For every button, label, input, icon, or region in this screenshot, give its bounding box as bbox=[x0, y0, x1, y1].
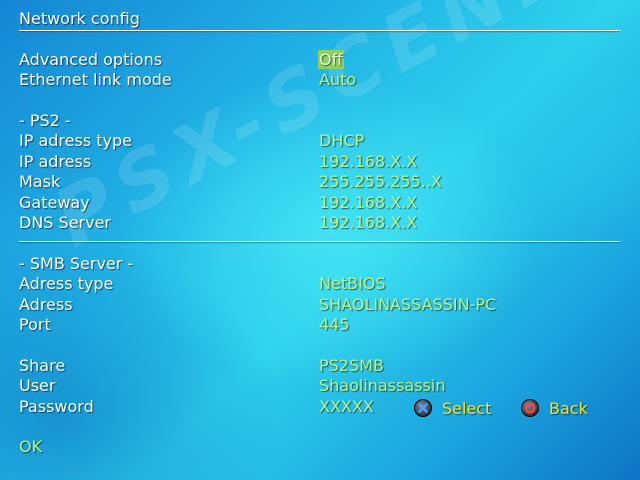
adress-type-label: Adress type bbox=[19, 274, 114, 293]
password-value[interactable]: XXXXX bbox=[319, 397, 374, 416]
cross-button-icon bbox=[414, 399, 432, 417]
user-value[interactable]: Shaolinassassin bbox=[319, 376, 445, 395]
share-label: Share bbox=[19, 356, 66, 375]
advanced-options-label: Advanced options bbox=[19, 50, 163, 69]
row-dns-server[interactable]: DNS Server 192.168.X.X bbox=[0, 213, 640, 233]
gateway-value[interactable]: 192.168.X.X bbox=[319, 193, 417, 212]
mask-value[interactable]: 255.255.255..X bbox=[319, 172, 442, 191]
row-gateway[interactable]: Gateway 192.168.X.X bbox=[0, 193, 640, 213]
ok-button[interactable]: OK bbox=[19, 437, 42, 456]
circle-button-icon bbox=[521, 399, 539, 417]
adress-value[interactable]: SHAOLINASSASSIN-PC bbox=[319, 295, 496, 314]
row-share[interactable]: Share PS2SMB bbox=[0, 356, 640, 376]
ip-adress-type-value[interactable]: DHCP bbox=[319, 131, 364, 150]
ethernet-link-mode-label: Ethernet link mode bbox=[19, 70, 172, 89]
back-hint[interactable]: Back bbox=[521, 397, 588, 419]
advanced-options-value[interactable]: Off bbox=[318, 50, 344, 69]
user-label: User bbox=[19, 376, 56, 395]
dns-server-label: DNS Server bbox=[19, 213, 111, 232]
row-user[interactable]: User Shaolinassassin bbox=[0, 376, 640, 396]
port-label: Port bbox=[19, 315, 51, 334]
row-adress[interactable]: Adress SHAOLINASSASSIN-PC bbox=[0, 295, 640, 315]
select-hint-label: Select bbox=[442, 398, 492, 418]
row-mask[interactable]: Mask 255.255.255..X bbox=[0, 172, 640, 192]
mask-label: Mask bbox=[19, 172, 61, 191]
row-port[interactable]: Port 445 bbox=[0, 315, 640, 335]
row-ethernet-link-mode[interactable]: Ethernet link mode Auto bbox=[0, 70, 640, 90]
select-hint[interactable]: Select bbox=[414, 397, 491, 419]
ip-adress-label: IP adress bbox=[19, 152, 92, 171]
ip-adress-type-label: IP adress type bbox=[19, 131, 132, 150]
adress-type-value[interactable]: NetBIOS bbox=[319, 274, 386, 293]
row-advanced-options[interactable]: Advanced options Off bbox=[0, 50, 640, 70]
share-value[interactable]: PS2SMB bbox=[319, 356, 384, 375]
password-label: Password bbox=[19, 397, 94, 416]
dns-server-value[interactable]: 192.168.X.X bbox=[319, 213, 417, 232]
page-title: Network config bbox=[19, 9, 140, 28]
ip-adress-value[interactable]: 192.168.X.X bbox=[319, 152, 417, 171]
gateway-label: Gateway bbox=[19, 193, 90, 212]
port-value[interactable]: 445 bbox=[319, 315, 350, 334]
section-divider bbox=[19, 241, 620, 242]
adress-label: Adress bbox=[19, 295, 73, 314]
row-adress-type[interactable]: Adress type NetBIOS bbox=[0, 274, 640, 294]
smb-section-header: - SMB Server - bbox=[0, 254, 640, 274]
row-ip-adress[interactable]: IP adress 192.168.X.X bbox=[0, 152, 640, 172]
title-divider bbox=[19, 30, 620, 31]
ps2-section-label: - PS2 - bbox=[19, 111, 71, 130]
back-hint-label: Back bbox=[549, 398, 588, 418]
row-ip-adress-type[interactable]: IP adress type DHCP bbox=[0, 131, 640, 151]
ps2-section-header: - PS2 - bbox=[0, 111, 640, 131]
smb-section-label: - SMB Server - bbox=[19, 254, 134, 273]
ethernet-link-mode-value[interactable]: Auto bbox=[319, 70, 356, 89]
